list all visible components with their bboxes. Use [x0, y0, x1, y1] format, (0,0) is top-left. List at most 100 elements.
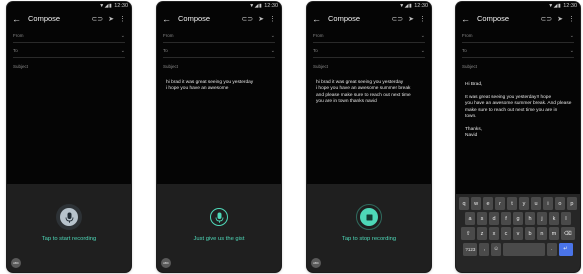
more-options-icon[interactable]: ⋮	[269, 15, 276, 23]
key-j[interactable]: j	[536, 212, 548, 226]
voice-hint: Tap to stop recording	[341, 236, 397, 242]
key-q[interactable]: q	[458, 197, 470, 210]
subject-field[interactable]: Subject	[13, 59, 125, 73]
email-body[interactable]: Hi Brad, It was great seeing you yesterd…	[465, 82, 572, 140]
shift-key[interactable]: ⇧	[461, 227, 476, 241]
key-x[interactable]: x	[488, 227, 500, 241]
key-i[interactable]: i	[542, 197, 554, 210]
status-time: 12:30	[264, 3, 278, 9]
key-r[interactable]: r	[494, 197, 506, 210]
attach-icon[interactable]: ⊂⊃	[241, 15, 253, 23]
key-u[interactable]: u	[530, 197, 542, 210]
more-options-icon[interactable]: ⋮	[568, 15, 575, 23]
key-comma[interactable]: ,	[479, 242, 490, 256]
subject-field[interactable]: Subject	[462, 59, 574, 73]
key-w[interactable]: w	[470, 197, 482, 210]
key-y[interactable]: y	[518, 197, 530, 210]
key-p[interactable]: p	[566, 197, 578, 210]
key-h[interactable]: h	[524, 212, 536, 226]
send-icon[interactable]: ➤	[108, 15, 114, 23]
key-o[interactable]: o	[554, 197, 566, 210]
key-k[interactable]: k	[548, 212, 560, 226]
chevron-down-icon[interactable]: ⌄	[271, 33, 275, 39]
to-field[interactable]: To ⌄	[462, 44, 574, 58]
subject-field[interactable]: Subject	[313, 59, 425, 73]
compose-title: Compose	[477, 14, 510, 23]
status-bar: ▼◢▮ 12:30	[7, 2, 131, 10]
key-a[interactable]: a	[464, 212, 476, 226]
status-icons: ▼◢▮	[548, 3, 562, 9]
key-v[interactable]: v	[512, 227, 524, 241]
email-body[interactable]: hi brad it was great seeing you yesterda…	[316, 80, 423, 106]
symbols-key[interactable]: ?123	[463, 242, 478, 256]
app-bar: ← Compose ⊂⊃ ➤ ⋮	[157, 11, 281, 26]
status-icons: ▼◢▮	[249, 3, 263, 9]
mic-button[interactable]	[210, 208, 228, 226]
send-icon[interactable]: ➤	[408, 15, 414, 23]
from-field[interactable]: From ⌄	[313, 29, 425, 43]
emoji-key[interactable]: ☺	[491, 242, 502, 256]
subject-label: Subject	[13, 63, 29, 69]
key-l[interactable]: l	[560, 212, 572, 226]
chevron-down-icon[interactable]: ⌄	[421, 48, 425, 54]
back-arrow-icon[interactable]: ←	[461, 14, 473, 24]
chevron-down-icon[interactable]: ⌄	[121, 33, 125, 39]
from-field[interactable]: From ⌄	[13, 29, 125, 43]
chevron-down-icon[interactable]: ⌄	[570, 33, 574, 39]
attach-icon[interactable]: ⊂⊃	[391, 15, 403, 23]
phone-screen-2: ▼◢▮ 12:30 ← Compose ⊂⊃ ➤ ⋮ From ⌄ To ⌄ S…	[157, 2, 281, 272]
back-arrow-icon[interactable]: ←	[162, 14, 174, 24]
key-t[interactable]: t	[506, 197, 518, 210]
send-icon[interactable]: ➤	[258, 15, 264, 23]
attach-icon[interactable]: ⊂⊃	[91, 15, 103, 23]
key-z[interactable]: z	[476, 227, 488, 241]
backspace-key[interactable]: ⌫	[560, 227, 575, 241]
key-f[interactable]: f	[500, 212, 512, 226]
chevron-down-icon[interactable]: ⌄	[121, 48, 125, 54]
abc-keyboard-button[interactable]: ABC	[311, 258, 321, 268]
attach-icon[interactable]: ⊂⊃	[540, 15, 552, 23]
more-options-icon[interactable]: ⋮	[419, 15, 426, 23]
from-field[interactable]: From ⌄	[462, 29, 574, 43]
key-b[interactable]: b	[524, 227, 536, 241]
microphone-icon	[215, 212, 223, 223]
email-body[interactable]: hi brad it was great seeing you yesterda…	[166, 80, 273, 93]
voice-panel: Just give us the gist ABC	[157, 184, 281, 272]
key-c[interactable]: c	[500, 227, 512, 241]
app-bar: ← Compose ⊂⊃ ➤ ⋮	[456, 11, 580, 26]
subject-field[interactable]: Subject	[163, 59, 275, 73]
voice-panel: Tap to start recording ABC	[7, 184, 131, 272]
enter-key[interactable]: ↵	[558, 242, 573, 256]
key-s[interactable]: s	[476, 212, 488, 226]
abc-keyboard-button[interactable]: ABC	[11, 258, 21, 268]
chevron-down-icon[interactable]: ⌄	[271, 48, 275, 54]
to-field[interactable]: To ⌄	[13, 44, 125, 58]
to-field[interactable]: To ⌄	[313, 44, 425, 58]
voice-hint: Just give us the gist	[193, 236, 245, 242]
app-bar: ← Compose ⊂⊃ ➤ ⋮	[7, 11, 131, 26]
from-label: From	[462, 33, 473, 38]
back-arrow-icon[interactable]: ←	[12, 14, 24, 24]
send-icon[interactable]: ➤	[557, 15, 563, 23]
from-label: From	[163, 33, 174, 38]
mic-button[interactable]	[60, 208, 78, 226]
more-options-icon[interactable]: ⋮	[119, 15, 126, 23]
to-field[interactable]: To ⌄	[163, 44, 275, 58]
status-time: 12:30	[114, 3, 128, 9]
chevron-down-icon[interactable]: ⌄	[421, 33, 425, 39]
space-key[interactable]	[502, 242, 545, 256]
keyboard-row-3: ⇧ z x c v b n m ⌫	[457, 227, 579, 241]
key-g[interactable]: g	[512, 212, 524, 226]
back-arrow-icon[interactable]: ←	[312, 14, 324, 24]
abc-keyboard-button[interactable]: ABC	[161, 258, 171, 268]
key-n[interactable]: n	[536, 227, 548, 241]
key-m[interactable]: m	[548, 227, 560, 241]
stop-button[interactable]	[360, 208, 378, 226]
key-e[interactable]: e	[482, 197, 494, 210]
key-period[interactable]: .	[546, 242, 557, 256]
soft-keyboard: q w e r t y u i o p a s d f g h j k l ⇧ …	[456, 194, 580, 272]
from-field[interactable]: From ⌄	[163, 29, 275, 43]
app-bar: ← Compose ⊂⊃ ➤ ⋮	[307, 11, 431, 26]
chevron-down-icon[interactable]: ⌄	[570, 48, 574, 54]
key-d[interactable]: d	[488, 212, 500, 226]
